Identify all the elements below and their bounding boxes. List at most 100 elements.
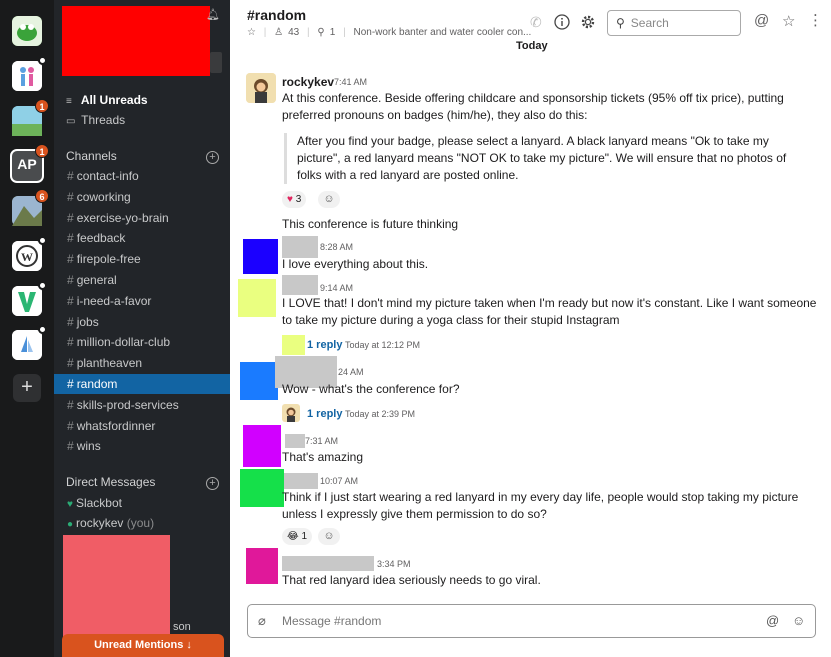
- message-time[interactable]: 7:41 AM: [334, 77, 367, 87]
- redacted-username[interactable]: [285, 434, 305, 448]
- reply-avatar[interactable]: [282, 404, 300, 422]
- star-icon[interactable]: ☆: [782, 12, 795, 30]
- workspace-icon-2[interactable]: [12, 56, 47, 91]
- wordpress-icon: W: [12, 241, 42, 271]
- add-channel-icon[interactable]: +: [206, 151, 219, 164]
- redacted-username[interactable]: [282, 556, 374, 571]
- sidebar-item-feedback[interactable]: # feedback: [54, 228, 230, 248]
- sidebar-item-contact-info[interactable]: # contact-info: [54, 166, 230, 186]
- channel-topic[interactable]: Non-work banter and water cooler con...: [353, 27, 531, 38]
- unread-badge: 6: [35, 189, 49, 203]
- workspace-icon-8[interactable]: [12, 325, 47, 360]
- bell-icon[interactable]: 🔔︎: [206, 8, 220, 21]
- add-dm-icon[interactable]: +: [206, 477, 219, 490]
- sidebar-item-exercise-yo-brain[interactable]: # exercise-yo-brain: [54, 208, 230, 228]
- sidebar-item-firepole-free[interactable]: # firepole-free: [54, 249, 230, 269]
- channels-header[interactable]: Channels: [66, 149, 117, 163]
- message-text: I love everything about this.: [282, 257, 429, 271]
- redacted-username[interactable]: [282, 236, 318, 258]
- sidebar-item-label: skills-prod-services: [76, 398, 179, 412]
- avatar[interactable]: [240, 362, 278, 400]
- dm-name: rockykev: [76, 516, 124, 530]
- hash-icon: #: [67, 398, 74, 412]
- message-composer[interactable]: ⌀ Message #random @ ☺: [247, 604, 816, 638]
- avatar[interactable]: [246, 73, 276, 103]
- unread-mentions-button[interactable]: Unread Mentions ↓: [62, 634, 224, 657]
- mention-icon[interactable]: @: [766, 613, 779, 628]
- add-reaction-icon[interactable]: ☺: [318, 191, 340, 208]
- reaction-count: 3: [295, 194, 302, 205]
- sidebar-item-skills-prod-services[interactable]: # skills-prod-services: [54, 395, 230, 415]
- workspace-icon-1[interactable]: [12, 16, 42, 46]
- pinned-count[interactable]: 1: [330, 27, 336, 38]
- channel-meta: ☆ | ♙ 43 | ⚲ 1 | Non-work banter and water…: [247, 27, 536, 38]
- avatar[interactable]: [240, 469, 284, 507]
- add-workspace-button[interactable]: +: [13, 374, 41, 402]
- message-time[interactable]: 7:31 AM: [305, 436, 338, 446]
- message-time[interactable]: 3:34 PM: [377, 559, 411, 569]
- gear-shape: [581, 15, 595, 29]
- presence-icon: ●: [67, 519, 74, 530]
- redacted-username[interactable]: [284, 473, 318, 489]
- workspace-menu-stub[interactable]: [210, 52, 222, 73]
- workspace-icon-6[interactable]: W: [12, 236, 47, 271]
- message-author[interactable]: rockykev: [282, 75, 334, 89]
- message-time[interactable]: 10:07 AM: [320, 476, 358, 486]
- pin-icon[interactable]: ⚲: [317, 27, 324, 38]
- info-icon[interactable]: [554, 14, 570, 33]
- sidebar-item-i-need-a-favor[interactable]: # i-need-a-favor: [54, 291, 230, 311]
- sidebar-item-jobs[interactable]: # jobs: [54, 312, 230, 332]
- avatar[interactable]: [238, 279, 276, 317]
- reaction-heart[interactable]: ♥ 3: [282, 191, 307, 208]
- hash-icon: #: [67, 419, 74, 433]
- emoji-icon[interactable]: ☺: [792, 613, 805, 628]
- redacted-workspace-name: [62, 6, 210, 76]
- members-icon[interactable]: ♙: [274, 27, 283, 38]
- sidebar-item-million-dollar-club[interactable]: # million-dollar-club: [54, 332, 230, 352]
- sidebar-item-plantheaven[interactable]: # plantheaven: [54, 353, 230, 373]
- message-time[interactable]: 8:28 AM: [320, 242, 353, 252]
- workspace-icon-7[interactable]: [12, 281, 47, 316]
- dm-item-rockykev[interactable]: ● rockykev (you): [67, 516, 154, 530]
- message-time[interactable]: 9:14 AM: [320, 283, 353, 293]
- thread-reply-link[interactable]: 1 reply: [307, 339, 342, 351]
- message-text: This conference is future thinking: [282, 217, 459, 231]
- sidebar-item-whatsfordinner[interactable]: # whatsfordinner: [54, 416, 230, 436]
- sidebar-item-wins[interactable]: # wins: [54, 436, 230, 456]
- thread-reply-link[interactable]: 1 reply: [307, 408, 342, 420]
- more-icon[interactable]: ⋮: [808, 11, 823, 29]
- redacted-dm-list: [63, 535, 170, 650]
- star-outline-icon[interactable]: ☆: [247, 27, 256, 38]
- member-count[interactable]: 43: [288, 27, 299, 38]
- message-time[interactable]: 24 AM: [338, 367, 364, 377]
- workspace-ap[interactable]: AP 1: [10, 144, 49, 183]
- reply-avatar[interactable]: [282, 335, 305, 355]
- paperclip-icon[interactable]: ⌀: [258, 613, 266, 629]
- workspace-icon-3[interactable]: 1: [12, 99, 49, 136]
- channel-title[interactable]: #random: [247, 7, 306, 23]
- mentions-icon[interactable]: @: [754, 12, 769, 29]
- sidebar-item-all-unreads[interactable]: ≡ All Unreads: [54, 90, 230, 110]
- reaction-grin[interactable]: 😂︎ 1: [282, 528, 313, 545]
- composer-placeholder: Message #random: [282, 614, 382, 628]
- dm-header[interactable]: Direct Messages: [66, 475, 155, 489]
- gear-icon[interactable]: [580, 14, 596, 33]
- add-reaction-icon[interactable]: ☺: [318, 528, 340, 545]
- avatar[interactable]: [243, 239, 278, 274]
- avatar[interactable]: [246, 548, 278, 584]
- avatar[interactable]: [243, 425, 281, 467]
- redacted-username[interactable]: [282, 275, 318, 295]
- sidebar-item-general[interactable]: # general: [54, 270, 230, 290]
- phone-icon[interactable]: ✆: [530, 14, 542, 31]
- sidebar-item-threads[interactable]: ▭ Threads: [54, 110, 230, 130]
- hash-icon: #: [67, 315, 74, 329]
- sidebar-item-random[interactable]: # random: [54, 374, 230, 394]
- channel-header: #random ☆ | ♙ 43 | ⚲ 1 | Non-work banter a…: [230, 0, 831, 42]
- thread-reply-time: Today at 12:12 PM: [345, 340, 421, 350]
- dm-item-slackbot[interactable]: ♥ Slackbot: [67, 496, 122, 510]
- workspace-icon-5[interactable]: 6: [12, 189, 49, 226]
- sidebar-item-coworking[interactable]: # coworking: [54, 187, 230, 207]
- workspace-ap-label: AP: [17, 156, 37, 172]
- search-input[interactable]: ⚲ Search: [607, 10, 741, 36]
- dm-name: Slackbot: [75, 496, 122, 510]
